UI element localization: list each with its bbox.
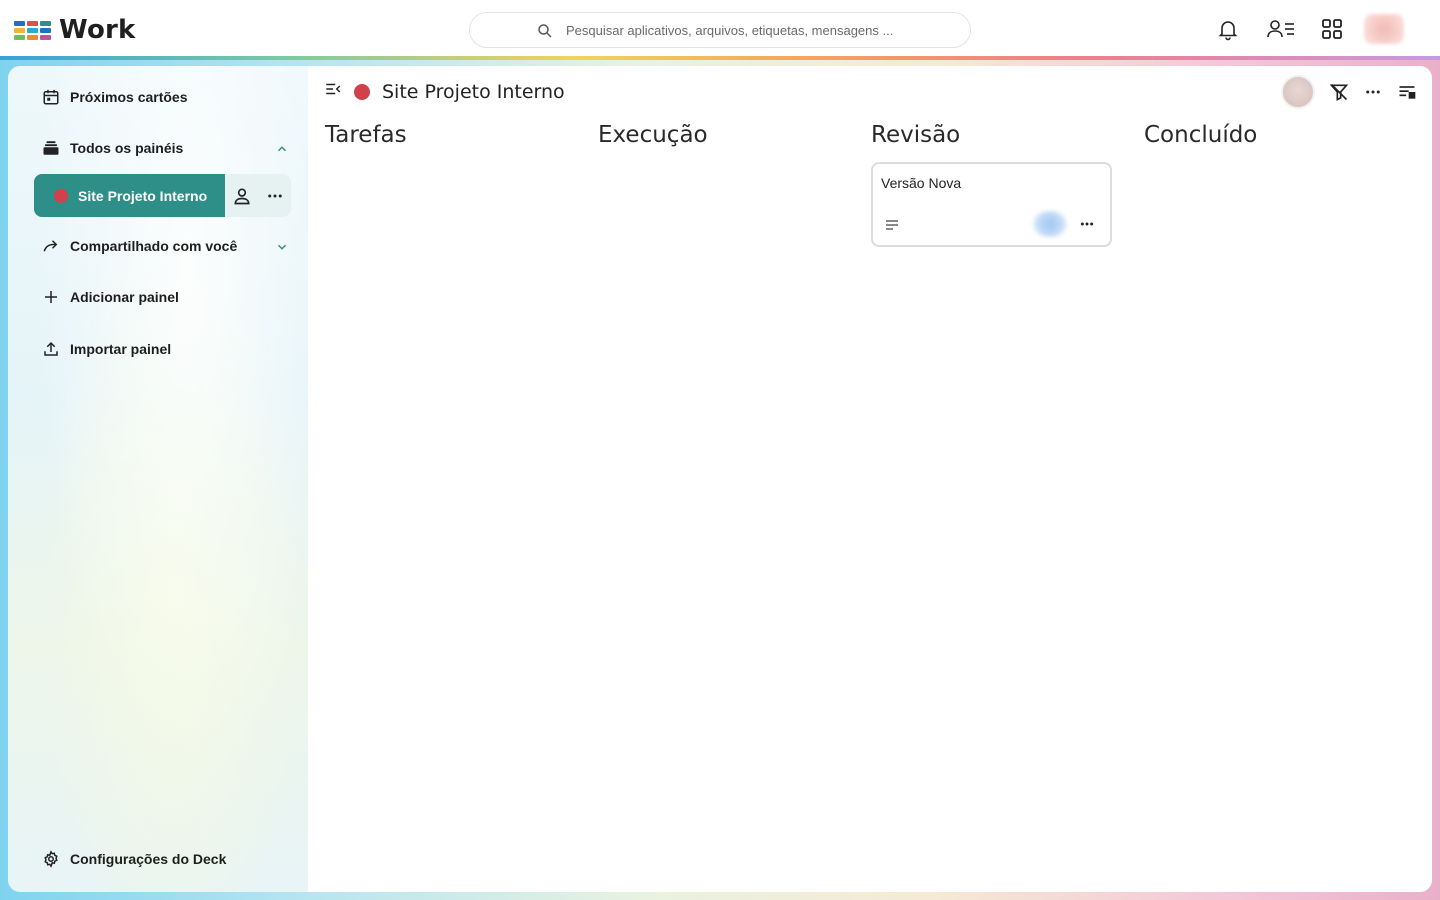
sidebar-item-shared[interactable]: Compartilhado com você <box>42 237 237 255</box>
board-member-avatar[interactable] <box>1281 75 1315 109</box>
card-assignee-avatar[interactable] <box>1033 211 1067 237</box>
more-horizontal-icon <box>267 194 282 197</box>
sidebar-item-all-boards[interactable]: Todos os painéis <box>42 139 183 157</box>
card-more-button[interactable] <box>1076 214 1098 234</box>
user-icon <box>233 188 250 204</box>
filter-off-icon[interactable] <box>1327 80 1351 104</box>
board-title: Site Projeto Interno <box>382 80 565 103</box>
chevron-up-icon[interactable] <box>274 141 290 157</box>
sidebar-item-label: Adicionar painel <box>70 289 179 305</box>
stack-title: Execução <box>598 122 708 148</box>
board-details-icon[interactable] <box>1395 80 1419 104</box>
chevron-down-icon[interactable] <box>274 239 290 255</box>
board-more-button[interactable] <box>258 174 291 217</box>
top-header: Work <box>0 0 1440 58</box>
logo-grid-icon <box>14 20 51 40</box>
board-share-button[interactable] <box>225 174 258 217</box>
description-icon <box>885 218 899 236</box>
card-title: Versão Nova <box>881 175 962 191</box>
active-board-link[interactable]: Site Projeto Interno <box>34 174 225 217</box>
sidebar-item-label: Configurações do Deck <box>70 851 227 867</box>
sidebar-item-import-board[interactable]: Importar painel <box>42 340 171 358</box>
app-name: Work <box>59 15 136 45</box>
sidebar-item-label: Compartilhado com você <box>70 238 238 254</box>
toggle-sidebar-icon[interactable] <box>324 80 342 103</box>
sidebar-item-upcoming[interactable]: Próximos cartões <box>42 88 188 106</box>
board-view: Site Projeto Interno Tarefas Execução Re… <box>308 66 1432 892</box>
sidebar-item-label: Próximos cartões <box>70 89 188 105</box>
active-board-label: Site Projeto Interno <box>78 187 208 204</box>
sidebar-item-add-board[interactable]: Adicionar painel <box>42 288 179 306</box>
more-horizontal-icon <box>1080 222 1094 226</box>
upload-icon <box>42 340 60 358</box>
search-icon <box>536 22 554 45</box>
unified-search[interactable] <box>469 12 971 48</box>
sidebar-item-deck-settings[interactable]: Configurações do Deck <box>42 850 226 868</box>
stack-title: Concluído <box>1144 122 1258 148</box>
sidebar: Próximos cartões Todos os painéis Site P… <box>8 66 308 892</box>
stack-title: Tarefas <box>325 122 407 148</box>
more-horizontal-icon[interactable] <box>1361 80 1385 104</box>
board-header: Site Projeto Interno <box>324 80 565 103</box>
bell-icon[interactable] <box>1215 16 1241 42</box>
card[interactable]: Versão Nova <box>871 162 1112 247</box>
apps-grid-icon[interactable] <box>1319 16 1345 42</box>
gear-icon <box>42 850 60 868</box>
sidebar-item-label: Importar painel <box>70 341 172 357</box>
search-input[interactable] <box>566 22 966 38</box>
user-avatar[interactable] <box>1364 14 1404 44</box>
calendar-icon <box>42 88 60 106</box>
share-arrow-icon <box>42 237 60 255</box>
board-color-dot <box>354 83 370 100</box>
sidebar-item-label: Todos os painéis <box>70 140 184 156</box>
stack-title: Revisão <box>871 122 961 148</box>
sidebar-board-item[interactable]: Site Projeto Interno <box>34 174 291 217</box>
contacts-icon[interactable] <box>1266 16 1296 42</box>
app-logo[interactable]: Work <box>14 15 136 45</box>
boards-stack-icon <box>42 139 60 157</box>
header-gradient-stripe <box>0 56 1440 60</box>
plus-icon <box>42 288 60 306</box>
board-color-dot <box>54 188 68 203</box>
